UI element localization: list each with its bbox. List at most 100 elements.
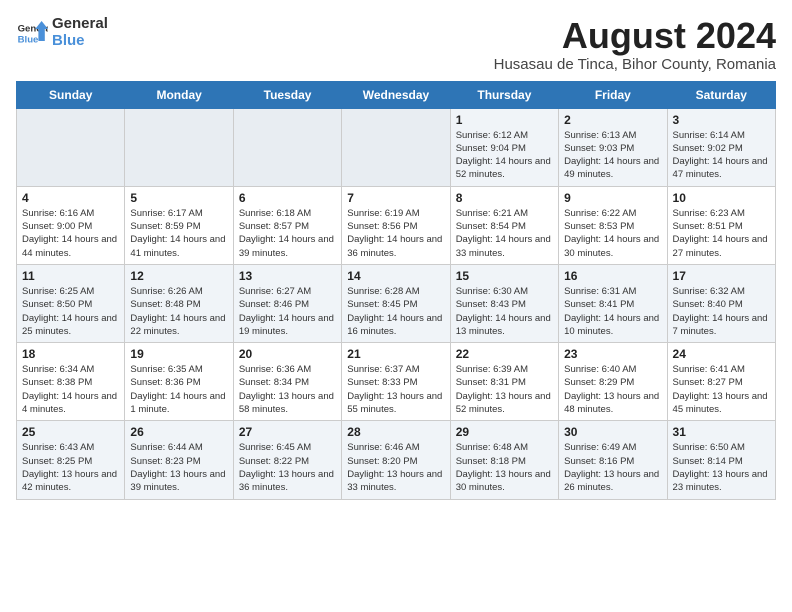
day-detail: Sunrise: 6:34 AM Sunset: 8:38 PM Dayligh…	[22, 363, 119, 416]
day-number: 15	[456, 269, 553, 283]
calendar-day-cell: 31Sunrise: 6:50 AM Sunset: 8:14 PM Dayli…	[667, 421, 775, 499]
calendar-day-cell: 3 Sunrise: 6:14 AM Sunset: 9:02 PM Daylig…	[667, 108, 775, 186]
day-detail: Sunrise: 6:19 AM Sunset: 8:56 PM Dayligh…	[347, 207, 444, 260]
day-number: 28	[347, 425, 444, 439]
day-detail: Sunrise: 6:41 AM Sunset: 8:27 PM Dayligh…	[673, 363, 770, 416]
day-detail: Sunrise: 6:32 AM Sunset: 8:40 PM Dayligh…	[673, 285, 770, 338]
day-detail: Sunrise: 6:23 AM Sunset: 8:51 PM Dayligh…	[673, 207, 770, 260]
day-detail: Sunrise: 6:17 AM Sunset: 8:59 PM Dayligh…	[130, 207, 227, 260]
month-year-title: August 2024	[494, 16, 776, 56]
day-detail: Sunrise: 6:12 AM Sunset: 9:04 PM Dayligh…	[456, 129, 553, 182]
day-number: 21	[347, 347, 444, 361]
day-number: 26	[130, 425, 227, 439]
day-detail: Sunrise: 6:39 AM Sunset: 8:31 PM Dayligh…	[456, 363, 553, 416]
day-detail: Sunrise: 6:31 AM Sunset: 8:41 PM Dayligh…	[564, 285, 661, 338]
day-detail: Sunrise: 6:49 AM Sunset: 8:16 PM Dayligh…	[564, 441, 661, 494]
day-number: 3	[673, 113, 770, 127]
calendar-day-cell: 2 Sunrise: 6:13 AM Sunset: 9:03 PM Daylig…	[559, 108, 667, 186]
calendar-week-row: 1 Sunrise: 6:12 AM Sunset: 9:04 PM Daylig…	[17, 108, 776, 186]
day-detail: Sunrise: 6:22 AM Sunset: 8:53 PM Dayligh…	[564, 207, 661, 260]
calendar-column-header: Saturday	[667, 81, 775, 108]
day-detail: Sunrise: 6:35 AM Sunset: 8:36 PM Dayligh…	[130, 363, 227, 416]
day-number: 12	[130, 269, 227, 283]
calendar-day-cell: 16Sunrise: 6:31 AM Sunset: 8:41 PM Dayli…	[559, 264, 667, 342]
day-number: 6	[239, 191, 336, 205]
day-detail: Sunrise: 6:28 AM Sunset: 8:45 PM Dayligh…	[347, 285, 444, 338]
day-number: 13	[239, 269, 336, 283]
day-detail: Sunrise: 6:25 AM Sunset: 8:50 PM Dayligh…	[22, 285, 119, 338]
day-number: 9	[564, 191, 661, 205]
day-number: 30	[564, 425, 661, 439]
title-block: August 2024 Husasau de Tinca, Bihor Coun…	[494, 16, 776, 73]
calendar-day-cell: 27 Sunrise: 6:45 AM Sunset: 8:22 PM Dayli…	[233, 421, 341, 499]
day-detail: Sunrise: 6:13 AM Sunset: 9:03 PM Dayligh…	[564, 129, 661, 182]
logo-general-text: General	[52, 16, 108, 33]
calendar-week-row: 11 Sunrise: 6:25 AM Sunset: 8:50 PM Dayli…	[17, 264, 776, 342]
day-number: 27	[239, 425, 336, 439]
calendar-day-cell: 24 Sunrise: 6:41 AM Sunset: 8:27 PM Dayli…	[667, 343, 775, 421]
day-number: 1	[456, 113, 553, 127]
calendar-day-cell: 9 Sunrise: 6:22 AM Sunset: 8:53 PM Daylig…	[559, 186, 667, 264]
day-detail: Sunrise: 6:14 AM Sunset: 9:02 PM Dayligh…	[673, 129, 770, 182]
calendar-day-cell: 21Sunrise: 6:37 AM Sunset: 8:33 PM Dayli…	[342, 343, 450, 421]
day-detail: Sunrise: 6:45 AM Sunset: 8:22 PM Dayligh…	[239, 441, 336, 494]
calendar-day-cell: 1 Sunrise: 6:12 AM Sunset: 9:04 PM Daylig…	[450, 108, 558, 186]
day-number: 4	[22, 191, 119, 205]
calendar-day-cell: 11 Sunrise: 6:25 AM Sunset: 8:50 PM Dayli…	[17, 264, 125, 342]
calendar-column-header: Sunday	[17, 81, 125, 108]
day-number: 29	[456, 425, 553, 439]
calendar-day-cell: 26 Sunrise: 6:44 AM Sunset: 8:23 PM Dayli…	[125, 421, 233, 499]
calendar-day-cell: 19 Sunrise: 6:35 AM Sunset: 8:36 PM Dayli…	[125, 343, 233, 421]
calendar-column-header: Wednesday	[342, 81, 450, 108]
day-number: 20	[239, 347, 336, 361]
svg-text:Blue: Blue	[18, 34, 39, 45]
calendar-week-row: 4 Sunrise: 6:16 AM Sunset: 9:00 PM Daylig…	[17, 186, 776, 264]
logo-blue-text: Blue	[52, 33, 108, 50]
calendar-day-cell: 4 Sunrise: 6:16 AM Sunset: 9:00 PM Daylig…	[17, 186, 125, 264]
calendar-day-cell	[125, 108, 233, 186]
calendar-week-row: 25Sunrise: 6:43 AM Sunset: 8:25 PM Dayli…	[17, 421, 776, 499]
day-number: 18	[22, 347, 119, 361]
day-number: 10	[673, 191, 770, 205]
calendar-day-cell: 25Sunrise: 6:43 AM Sunset: 8:25 PM Dayli…	[17, 421, 125, 499]
calendar-day-cell: 15 Sunrise: 6:30 AM Sunset: 8:43 PM Dayli…	[450, 264, 558, 342]
day-number: 19	[130, 347, 227, 361]
day-number: 11	[22, 269, 119, 283]
day-number: 24	[673, 347, 770, 361]
calendar-day-cell: 23Sunrise: 6:40 AM Sunset: 8:29 PM Dayli…	[559, 343, 667, 421]
calendar-day-cell	[342, 108, 450, 186]
day-detail: Sunrise: 6:36 AM Sunset: 8:34 PM Dayligh…	[239, 363, 336, 416]
calendar-week-row: 18 Sunrise: 6:34 AM Sunset: 8:38 PM Dayli…	[17, 343, 776, 421]
day-detail: Sunrise: 6:48 AM Sunset: 8:18 PM Dayligh…	[456, 441, 553, 494]
day-number: 8	[456, 191, 553, 205]
calendar-column-header: Tuesday	[233, 81, 341, 108]
calendar-day-cell: 29 Sunrise: 6:48 AM Sunset: 8:18 PM Dayli…	[450, 421, 558, 499]
calendar-column-header: Thursday	[450, 81, 558, 108]
day-detail: Sunrise: 6:30 AM Sunset: 8:43 PM Dayligh…	[456, 285, 553, 338]
calendar-day-cell: 22Sunrise: 6:39 AM Sunset: 8:31 PM Dayli…	[450, 343, 558, 421]
calendar-day-cell: 13Sunrise: 6:27 AM Sunset: 8:46 PM Dayli…	[233, 264, 341, 342]
calendar-column-header: Friday	[559, 81, 667, 108]
day-detail: Sunrise: 6:50 AM Sunset: 8:14 PM Dayligh…	[673, 441, 770, 494]
day-number: 2	[564, 113, 661, 127]
day-detail: Sunrise: 6:43 AM Sunset: 8:25 PM Dayligh…	[22, 441, 119, 494]
logo: General Blue General Blue	[16, 16, 108, 49]
day-number: 7	[347, 191, 444, 205]
day-detail: Sunrise: 6:44 AM Sunset: 8:23 PM Dayligh…	[130, 441, 227, 494]
calendar-day-cell: 20 Sunrise: 6:36 AM Sunset: 8:34 PM Dayli…	[233, 343, 341, 421]
calendar-day-cell: 28Sunrise: 6:46 AM Sunset: 8:20 PM Dayli…	[342, 421, 450, 499]
day-number: 14	[347, 269, 444, 283]
calendar-day-cell: 6Sunrise: 6:18 AM Sunset: 8:57 PM Daylig…	[233, 186, 341, 264]
calendar-day-cell	[17, 108, 125, 186]
calendar-day-cell: 12 Sunrise: 6:26 AM Sunset: 8:48 PM Dayli…	[125, 264, 233, 342]
page-header: General Blue General Blue August 2024 Hu…	[16, 16, 776, 73]
calendar-day-cell: 14 Sunrise: 6:28 AM Sunset: 8:45 PM Dayli…	[342, 264, 450, 342]
calendar-day-cell	[233, 108, 341, 186]
day-detail: Sunrise: 6:40 AM Sunset: 8:29 PM Dayligh…	[564, 363, 661, 416]
calendar-header-row: SundayMondayTuesdayWednesdayThursdayFrid…	[17, 81, 776, 108]
day-number: 5	[130, 191, 227, 205]
calendar-day-cell: 5 Sunrise: 6:17 AM Sunset: 8:59 PM Daylig…	[125, 186, 233, 264]
location-subtitle: Husasau de Tinca, Bihor County, Romania	[494, 56, 776, 73]
day-detail: Sunrise: 6:26 AM Sunset: 8:48 PM Dayligh…	[130, 285, 227, 338]
day-detail: Sunrise: 6:16 AM Sunset: 9:00 PM Dayligh…	[22, 207, 119, 260]
